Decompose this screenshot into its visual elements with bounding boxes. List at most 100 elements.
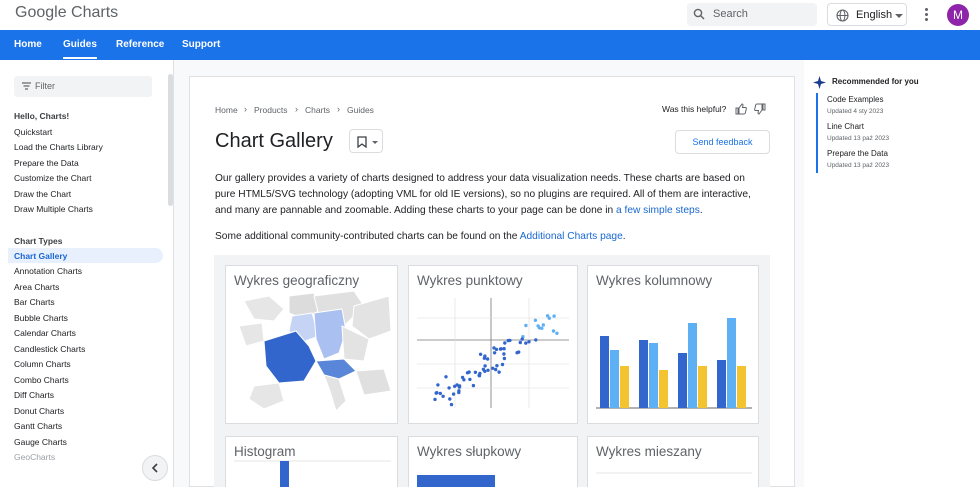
page-title: Chart Gallery [215,130,333,152]
sidebar-item-annotation-charts[interactable]: Annotation Charts [14,266,82,276]
gallery-card-geo[interactable]: Wykres geograficzny [225,265,398,424]
breadcrumb-home[interactable]: Home [215,105,238,115]
scatter-point [453,384,457,388]
recommended-item-prepare-data[interactable]: Prepare the Data [827,149,888,158]
search-box[interactable]: Search [687,3,817,26]
more-options-icon[interactable] [921,7,931,23]
geo-map-thumbnail [234,291,391,415]
column-bar [659,370,668,408]
tab-home[interactable]: Home [14,39,42,50]
filter-input[interactable]: Filter [14,76,152,97]
sidebar-item-column-charts[interactable]: Column Charts [14,359,71,369]
gallery-card-bar[interactable]: Wykres słupkowy [408,436,578,487]
chevron-down-icon [895,14,903,18]
sidebar-item-load-library[interactable]: Load the Charts Library [14,142,103,152]
sidebar-item-diff-charts[interactable]: Diff Charts [14,390,54,400]
sidebar-item-prepare-data[interactable]: Prepare the Data [14,158,79,168]
scatter-point [438,391,442,396]
recommended-item-line-chart[interactable]: Line Chart [827,122,864,131]
gallery-card-scatter[interactable]: Wykres punktowy [408,265,578,424]
scatter-point [534,338,538,342]
breadcrumb-products[interactable]: Products [254,105,288,115]
sidebar-item-bar-charts[interactable]: Bar Charts [14,297,55,307]
sidebar-item-gauge-charts[interactable]: Gauge Charts [14,437,67,447]
sidebar-item-geocharts[interactable]: GeoCharts [14,452,55,462]
gallery-card-combo[interactable]: Wykres mieszany [587,436,759,487]
sidebar-item-area-charts[interactable]: Area Charts [14,282,59,292]
gallery-card-title: Wykres geograficzny [234,273,360,288]
sidebar-item-candlestick-charts[interactable]: Candlestick Charts [14,344,85,354]
column-bar [639,340,648,408]
collapse-sidebar-button[interactable] [142,455,168,481]
sidebar-item-gantt-charts[interactable]: Gantt Charts [14,421,62,431]
sidebar-item-draw-chart[interactable]: Draw the Chart [14,189,71,199]
scatter-point [540,326,544,330]
scatter-point [502,347,506,351]
scatter-point [448,397,452,401]
scatter-point [468,377,472,382]
search-placeholder: Search [713,8,748,20]
column-bar [717,360,726,408]
scatter-point [502,356,507,361]
helpful-label: Was this helpful? [662,104,727,114]
intro-end: . [699,205,703,216]
thumb-up-icon[interactable] [735,103,747,115]
scatter-point [449,402,454,407]
additional-charts-link[interactable]: Additional Charts page [520,231,623,242]
filter-icon [22,82,31,90]
scatter-thumbnail [417,298,569,408]
sidebar-item-calendar-charts[interactable]: Calendar Charts [14,328,76,338]
column-bar [698,366,707,408]
recommended-item-date: Updated 13 paź 2023 [827,162,890,169]
sidebar-item-bubble-charts[interactable]: Bubble Charts [14,313,68,323]
tab-support[interactable]: Support [182,39,220,50]
gallery-card-title: Wykres kolumnowy [596,273,713,288]
sidebar-section-chart-types: Chart Types [14,236,63,246]
scatter-point [552,314,556,318]
scatter-point [483,369,487,373]
scatter-point [494,367,498,372]
avatar[interactable]: M [947,4,969,26]
scatter-point [457,390,461,395]
sidebar-item-quickstart[interactable]: Quickstart [14,127,52,137]
sidebar-item-draw-multiple[interactable]: Draw Multiple Charts [14,204,93,214]
sidebar-item-customize-chart[interactable]: Customize the Chart [14,173,91,183]
tab-reference[interactable]: Reference [116,39,164,50]
gallery-card-histogram[interactable]: Histogram [225,436,398,487]
sidebar-item-hello-charts[interactable]: Hello, Charts! [14,111,69,121]
tab-guides[interactable]: Guides [63,39,97,59]
sidebar-item-chart-gallery[interactable]: Chart Gallery [14,251,67,261]
scatter-point [497,370,501,374]
column-bar [620,366,629,408]
logo-google-text: Google [15,4,67,21]
histogram-thumbnail [234,460,391,487]
community-end: . [622,231,626,242]
recommended-item-code-examples[interactable]: Code Examples [827,95,883,104]
sidebar-item-combo-charts[interactable]: Combo Charts [14,375,69,385]
scatter-point [485,357,490,361]
gallery-card-column[interactable]: Wykres kolumnowy [587,265,759,424]
bookmark-button[interactable] [349,129,383,153]
column-bar [727,318,736,408]
scatter-point [524,341,528,345]
send-feedback-button[interactable]: Send feedback [675,130,770,154]
gallery-card-title: Histogram [234,444,296,459]
recommended-title: Recommended for you [832,77,919,86]
simple-steps-link[interactable]: a few simple steps [616,205,700,216]
column-bar [610,350,619,408]
sidebar-scrollbar[interactable] [168,74,173,206]
scatter-point [482,356,487,360]
language-selector[interactable]: English [827,3,907,26]
breadcrumb-guides[interactable]: Guides [347,105,374,115]
scatter-point [498,347,503,351]
gallery-card-title: Wykres punktowy [417,273,523,288]
scatter-point [478,352,483,356]
chevron-right-icon: › [295,104,298,114]
gallery-card-title: Wykres mieszany [596,444,702,459]
scatter-point [506,338,510,343]
thumb-down-icon[interactable] [754,103,766,115]
sidebar-item-donut-charts[interactable]: Donut Charts [14,406,64,416]
breadcrumb-charts[interactable]: Charts [305,105,330,115]
scatter-point [500,362,505,367]
google-charts-logo[interactable]: Google Charts [15,4,118,22]
